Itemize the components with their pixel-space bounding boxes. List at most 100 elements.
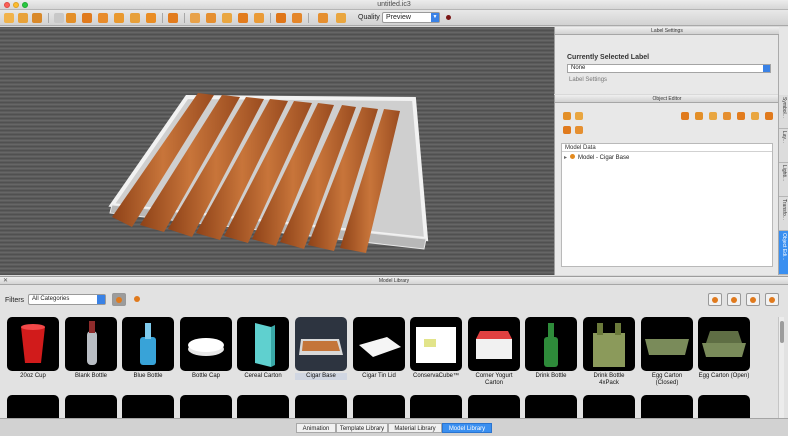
rotate-icon[interactable] bbox=[130, 13, 140, 23]
3d-viewport[interactable] bbox=[0, 27, 554, 275]
library-item-blue-bottle[interactable]: Blue Bottle bbox=[122, 317, 174, 380]
window-title: untitled.ic3 bbox=[377, 1, 411, 8]
material-icon[interactable] bbox=[206, 13, 216, 23]
quality-select[interactable]: Preview ▼ bbox=[382, 12, 440, 23]
chevron-down-icon: ▼ bbox=[431, 13, 439, 22]
library-item-yogurt-carton[interactable]: Corner Yogurt Carton bbox=[468, 317, 520, 387]
fit-view-icon[interactable] bbox=[168, 13, 178, 23]
save-icon[interactable] bbox=[32, 13, 42, 23]
library-item-clear-bottle[interactable]: Blank Bottle bbox=[65, 317, 117, 380]
label-settings-panel: Label Settings Currently Selected Label … bbox=[554, 27, 779, 94]
library-item-green-bottle[interactable]: Drink Bottle bbox=[525, 317, 577, 380]
close-icon[interactable]: ✕ bbox=[3, 277, 8, 285]
current-label-select[interactable]: None bbox=[567, 64, 771, 73]
tab-animation[interactable]: Animation bbox=[296, 423, 336, 433]
open-folder-icon[interactable] bbox=[18, 13, 28, 23]
library-view-button[interactable] bbox=[112, 293, 126, 306]
library-item-row2[interactable] bbox=[698, 395, 750, 419]
library-item-label: Blank Bottle bbox=[74, 373, 108, 379]
library-favorites-button[interactable] bbox=[131, 293, 145, 306]
side-tab-layers[interactable]: Lay... bbox=[779, 129, 788, 163]
render-icon[interactable] bbox=[276, 13, 286, 23]
library-item-row2[interactable] bbox=[237, 395, 289, 419]
shape-tool-icon[interactable] bbox=[190, 13, 200, 23]
library-item-row2[interactable] bbox=[122, 395, 174, 419]
library-item-egg-carton-open[interactable]: Egg Carton (Open) bbox=[698, 317, 750, 380]
library-item-row2[interactable] bbox=[295, 395, 347, 419]
new-file-icon[interactable] bbox=[4, 13, 14, 23]
tab-model-library[interactable]: Model Library bbox=[442, 423, 492, 433]
side-tab-lighting[interactable]: Lighti... bbox=[779, 163, 788, 197]
ungroup-icon[interactable] bbox=[575, 126, 583, 134]
library-item-row2[interactable] bbox=[468, 395, 520, 419]
edit-icon[interactable] bbox=[563, 112, 571, 120]
egg-carton-open-icon bbox=[698, 317, 750, 371]
group-icon[interactable] bbox=[563, 126, 571, 134]
library-item-cigar-tray[interactable]: Cigar Base bbox=[295, 317, 347, 380]
library-item-row2[interactable] bbox=[180, 395, 232, 419]
library-item-row2[interactable] bbox=[7, 395, 59, 419]
model-data-header: Model Data bbox=[562, 144, 772, 152]
delete-icon[interactable] bbox=[765, 112, 773, 120]
library-item-conserva-cube[interactable]: ConservaCube™ bbox=[410, 317, 462, 380]
library-edit-button[interactable] bbox=[746, 293, 760, 306]
move-icon[interactable] bbox=[114, 13, 124, 23]
library-item-row2[interactable] bbox=[353, 395, 405, 419]
add-object-icon[interactable] bbox=[681, 112, 689, 120]
library-item-bottle-pack[interactable]: Drink Bottle 4xPack bbox=[583, 317, 635, 387]
library-item-row2[interactable] bbox=[65, 395, 117, 419]
star-icon[interactable] bbox=[222, 13, 232, 23]
library-item-label: Drink Bottle 4xPack bbox=[593, 373, 625, 386]
redo-icon[interactable] bbox=[336, 13, 346, 23]
library-item-row2[interactable] bbox=[410, 395, 462, 419]
library-delete-button[interactable] bbox=[765, 293, 779, 306]
model-thumbnail-icon bbox=[698, 395, 750, 419]
egg-carton-closed-icon bbox=[641, 317, 693, 371]
side-tab-transform[interactable]: Transfo... bbox=[779, 197, 788, 231]
library-item-egg-carton-closed[interactable]: Egg Carton (Closed) bbox=[641, 317, 693, 387]
blue-bottle-icon bbox=[122, 317, 174, 371]
undo-icon[interactable] bbox=[318, 13, 328, 23]
model-icon bbox=[570, 154, 575, 159]
library-item-row2[interactable] bbox=[583, 395, 635, 419]
right-scroll-strip[interactable] bbox=[778, 27, 788, 95]
tree-item-model[interactable]: ▸ Model - Cigar Base bbox=[564, 154, 629, 161]
record-icon[interactable] bbox=[446, 15, 451, 20]
library-import-button[interactable] bbox=[708, 293, 722, 306]
camera-icon[interactable] bbox=[292, 13, 302, 23]
add-camera-icon[interactable] bbox=[723, 112, 731, 120]
light-icon[interactable] bbox=[254, 13, 264, 23]
pointer-tool-icon[interactable] bbox=[54, 13, 64, 23]
library-item-bottle-cap[interactable]: Bottle Cap bbox=[180, 317, 232, 380]
add-group-icon[interactable] bbox=[751, 112, 759, 120]
side-tab-symbol[interactable]: Symbol... bbox=[779, 95, 788, 129]
select-arrow-icon[interactable] bbox=[66, 13, 76, 23]
side-tab-object-editor[interactable]: Object Edi... bbox=[779, 231, 788, 275]
library-add-button[interactable] bbox=[727, 293, 741, 306]
library-item-cereal-carton[interactable]: Cereal Carton bbox=[237, 317, 289, 380]
add-label-icon[interactable] bbox=[737, 112, 745, 120]
orbit-icon[interactable] bbox=[146, 13, 156, 23]
filters-select[interactable]: All Categories bbox=[28, 294, 106, 305]
library-item-red-cup[interactable]: 20oz Cup bbox=[7, 317, 59, 380]
side-tab-label: Symbol... bbox=[781, 97, 787, 118]
model-thumbnail-icon bbox=[295, 395, 347, 419]
library-item-row2[interactable] bbox=[641, 395, 693, 419]
library-item-tin-lid[interactable]: Cigar Tin Lid bbox=[353, 317, 405, 380]
current-label-title: Currently Selected Label bbox=[567, 54, 650, 61]
text-tool-icon[interactable] bbox=[238, 13, 248, 23]
pan-icon[interactable] bbox=[98, 13, 108, 23]
model-icon bbox=[116, 297, 122, 303]
library-item-row2[interactable] bbox=[525, 395, 577, 419]
model-thumbnail-icon bbox=[410, 395, 462, 419]
add-shape-icon[interactable] bbox=[695, 112, 703, 120]
tab-template-library[interactable]: Template Library bbox=[336, 423, 388, 433]
scroll-thumb[interactable] bbox=[780, 321, 784, 343]
library-scrollbar[interactable] bbox=[778, 317, 784, 419]
duplicate-icon[interactable] bbox=[575, 112, 583, 120]
zoom-icon[interactable] bbox=[82, 13, 92, 23]
model-thumbnail-icon bbox=[122, 395, 174, 419]
tab-material-library[interactable]: Material Library bbox=[388, 423, 442, 433]
add-light-icon[interactable] bbox=[709, 112, 717, 120]
quality-label: Quality bbox=[358, 14, 380, 21]
